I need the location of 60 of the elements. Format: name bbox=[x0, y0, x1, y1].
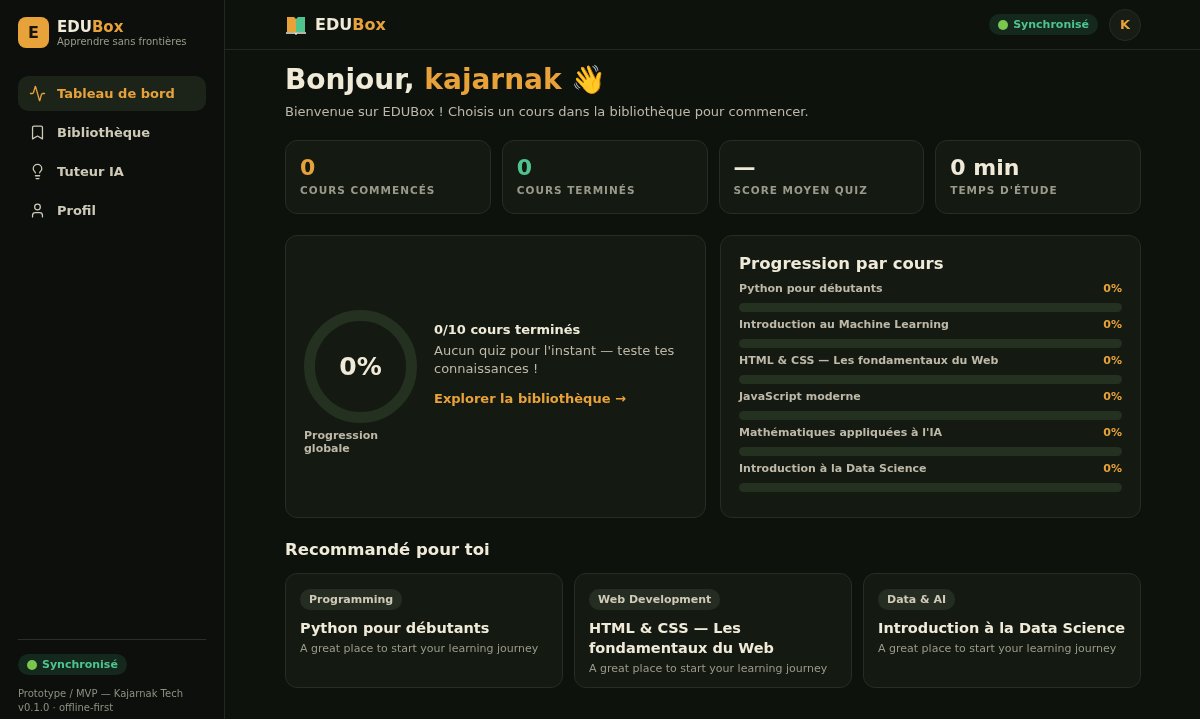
course-card[interactable]: Programming Python pour débutants A great place to start your learning journey bbox=[285, 573, 563, 688]
stat-value: — bbox=[733, 155, 757, 180]
bookmark-icon bbox=[29, 124, 46, 141]
sync-badge: Synchronisé bbox=[989, 14, 1098, 35]
nav-item[interactable]: Bibliothèque bbox=[18, 115, 206, 150]
nav-item[interactable]: Tableau de bord bbox=[18, 76, 206, 111]
category-tag: Web Development bbox=[589, 589, 721, 610]
course-name: Mathématiques appliquées à l'IA bbox=[739, 426, 943, 439]
status-dot bbox=[998, 19, 1009, 30]
nav-item[interactable]: Profil bbox=[18, 193, 206, 228]
course-percent: 0% bbox=[1103, 282, 1122, 295]
course-description: A great place to start your learning journey bbox=[878, 642, 1118, 655]
tagline: Apprendre sans frontières bbox=[57, 36, 187, 47]
category-tag: Programming bbox=[300, 589, 403, 610]
status-dot bbox=[27, 659, 37, 670]
book-icon bbox=[285, 14, 307, 35]
quiz-text: Aucun quiz pour l'instant — teste tes connaissances ! bbox=[434, 342, 676, 378]
user-avatar[interactable]: K bbox=[1109, 8, 1141, 41]
progress-caption: Progression globale bbox=[304, 429, 380, 455]
stat-label: COURS COMMENCÉS bbox=[300, 184, 437, 196]
brand-name: EDUBox bbox=[57, 18, 125, 36]
course-percent: 0% bbox=[1103, 426, 1122, 439]
activity-icon bbox=[29, 85, 46, 102]
stat-value: 0 min bbox=[950, 155, 1021, 180]
course-name: HTML & CSS — Les fondamentaux du Web bbox=[739, 354, 999, 367]
category-tag: Data & AI bbox=[878, 589, 956, 610]
course-percent: 0% bbox=[1103, 390, 1122, 403]
courses-done: 0/10 cours terminés bbox=[434, 322, 582, 337]
stat-value: 0 bbox=[516, 155, 534, 180]
course-name: JavaScript moderne bbox=[739, 390, 861, 403]
course-percent: 0% bbox=[1103, 354, 1122, 367]
course-description: A great place to start your learning journey bbox=[589, 662, 829, 675]
course-name: Introduction à la Data Science bbox=[739, 462, 927, 475]
course-name: Python pour débutants bbox=[739, 282, 883, 295]
course-card[interactable]: Data & AI Introduction à la Data Science A great place to start your learning journey bbox=[863, 573, 1141, 688]
nav-item[interactable]: Tuteur IA bbox=[18, 154, 206, 189]
welcome-text: Bienvenue sur EDUBox ! Choisis un cours dans la bibliothèque pour commencer. bbox=[285, 104, 810, 119]
course-card[interactable]: Web Development HTML & CSS — Les fondamentaux du Web A great place to start your learning journey bbox=[574, 573, 852, 688]
stat-label: COURS TERMINÉS bbox=[516, 184, 637, 196]
version-text: v0.1.0 · offline-first bbox=[18, 701, 115, 715]
explore-link[interactable]: Explorer la bibliothèque → bbox=[434, 391, 684, 406]
sync-badge: Synchronisé bbox=[18, 654, 127, 675]
stat-label: SCORE MOYEN QUIZ bbox=[733, 184, 869, 196]
section-title: Recommandé pour toi bbox=[285, 540, 491, 559]
course-title: Introduction à la Data Science bbox=[878, 619, 1126, 638]
course-description: A great place to start your learning journey bbox=[300, 642, 540, 655]
course-title: Python pour débutants bbox=[300, 619, 491, 638]
greeting-heading: Bonjour, kajarnak 👋 bbox=[285, 63, 607, 96]
user-icon bbox=[29, 202, 46, 219]
stat-label: TEMPS D'ÉTUDE bbox=[950, 184, 1059, 196]
progress-percent: 0% bbox=[339, 352, 382, 381]
course-name: Introduction au Machine Learning bbox=[739, 318, 949, 331]
course-percent: 0% bbox=[1103, 462, 1122, 475]
logo: E bbox=[18, 17, 49, 48]
course-title: HTML & CSS — Les fondamentaux du Web bbox=[589, 619, 775, 658]
course-percent: 0% bbox=[1103, 318, 1122, 331]
credit-text: Prototype / MVP — Kajarnak Tech bbox=[18, 687, 184, 701]
card-title: Progression par cours bbox=[739, 254, 945, 273]
stat-value: 0 bbox=[300, 155, 317, 180]
brand-name: EDUBox bbox=[315, 15, 386, 34]
